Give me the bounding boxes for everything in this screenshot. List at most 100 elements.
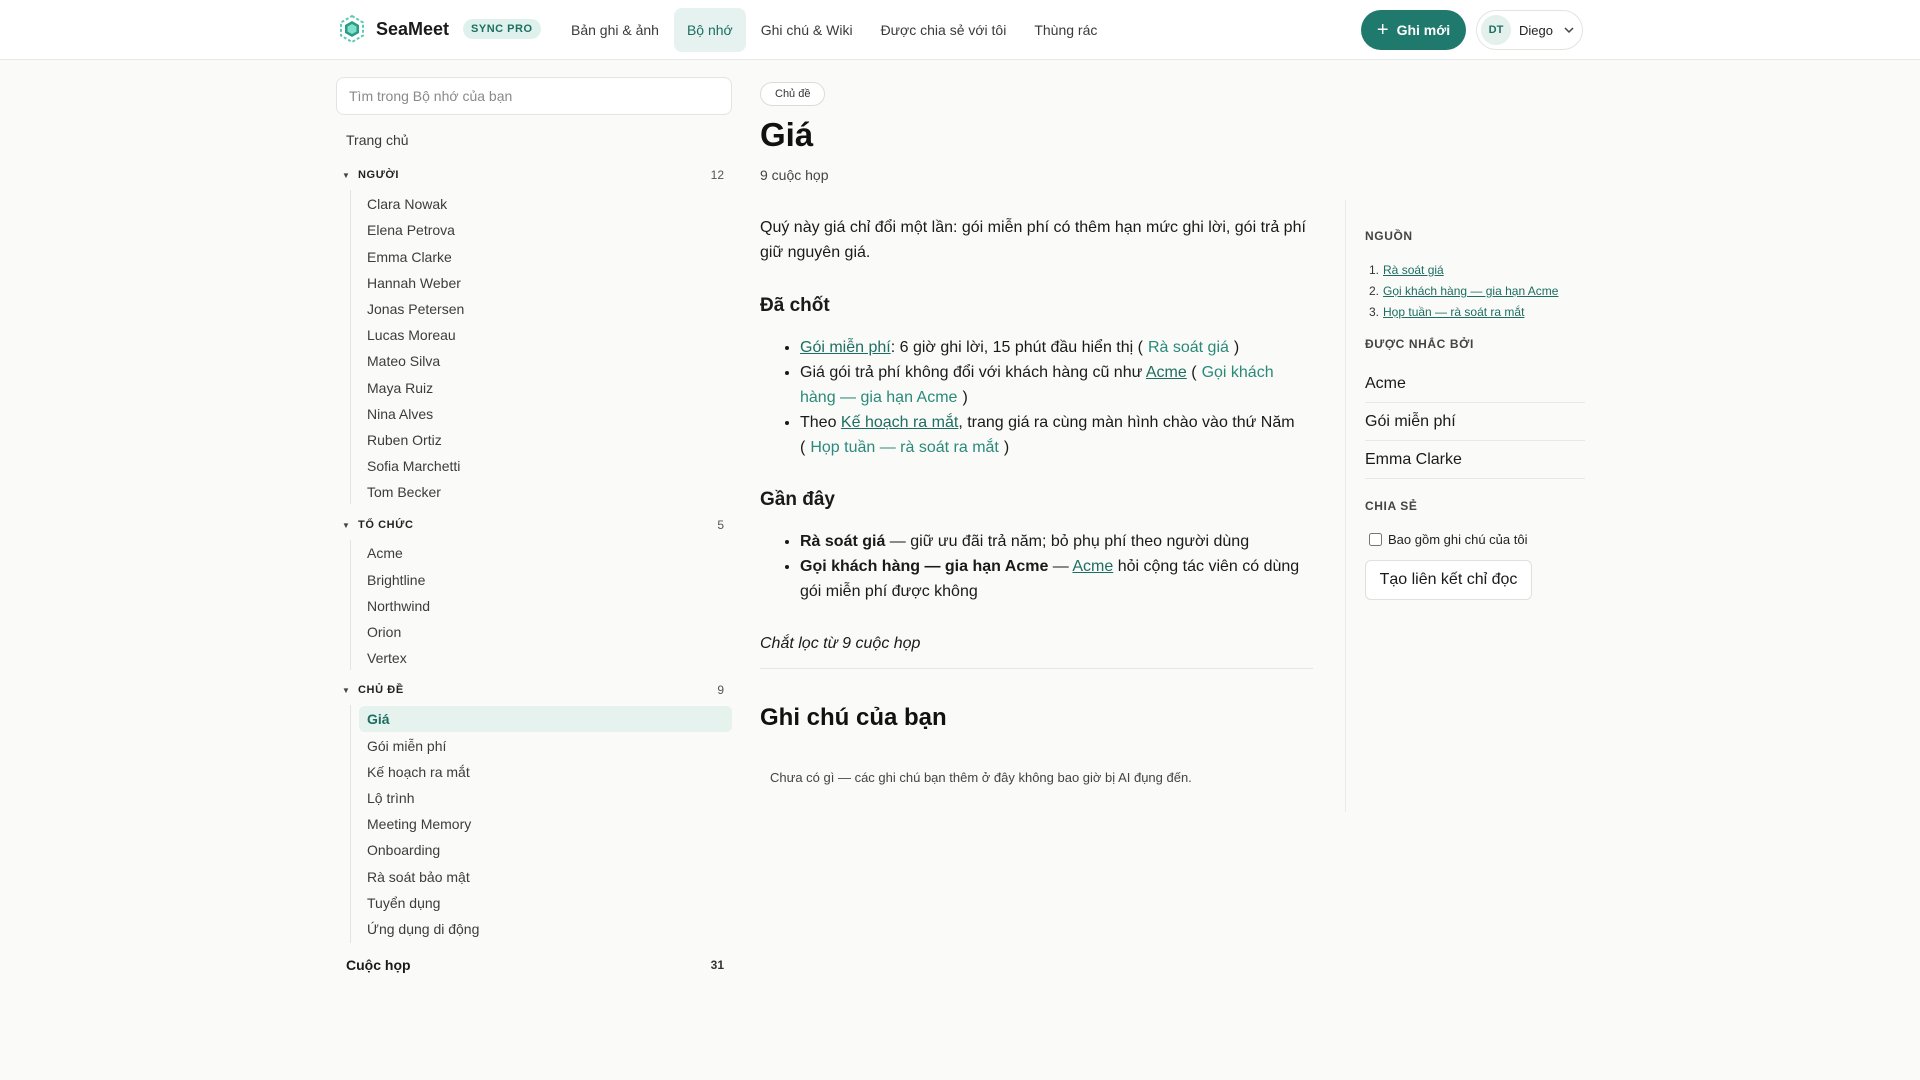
rail-divider xyxy=(1345,200,1346,812)
user-menu[interactable]: DT Diego xyxy=(1476,10,1583,50)
plus-icon: + xyxy=(1376,19,1389,41)
sidebar-item-person[interactable]: Ruben Ortiz xyxy=(359,427,732,453)
sidebar-item-org[interactable]: Vertex xyxy=(359,645,732,671)
chevron-down-icon xyxy=(1564,27,1574,34)
list-text: Giá gói trả phí không đổi với khách hàng… xyxy=(800,364,1146,381)
tab-recordings[interactable]: Bản ghi & ảnh xyxy=(558,8,672,52)
list-item: 2. Gọi khách hàng — gia hạn Acme xyxy=(1369,281,1558,302)
distilled-note: Chắt lọc từ 9 cuộc họp xyxy=(760,635,921,652)
sidebar-item-person[interactable]: Sofia Marchetti xyxy=(359,453,732,479)
entity-link[interactable]: Acme xyxy=(1146,364,1187,381)
main-nav: Bản ghi & ảnh Bộ nhớ Ghi chú & Wiki Được… xyxy=(558,8,1112,52)
list-item: Rà soát giá — giữ ưu đãi trả năm; bỏ phụ… xyxy=(800,529,1313,554)
user-name: Diego xyxy=(1519,22,1553,38)
mentioned-item[interactable]: Gói miễn phí xyxy=(1365,403,1585,441)
section-people-toggle[interactable]: ▼ NGƯỜI 12 xyxy=(342,165,724,185)
topic-summary: Quý này giá chỉ đổi một lần: gói miễn ph… xyxy=(760,215,1313,656)
sidebar-item-org[interactable]: Acme xyxy=(359,540,732,566)
entity-link[interactable]: Kế hoạch ra mắt xyxy=(841,414,958,431)
caret-down-icon: ▼ xyxy=(342,685,350,695)
list-text: ( xyxy=(1186,364,1197,381)
section-topics-label: CHỦ ĐỀ xyxy=(358,684,404,696)
tab-trash[interactable]: Thùng rác xyxy=(1021,8,1110,52)
list-text: ) xyxy=(1003,439,1010,456)
meetings-count: 31 xyxy=(710,958,724,972)
tree-guide xyxy=(350,540,351,670)
include-notes-option[interactable]: Bao gồm ghi chú của tôi xyxy=(1369,532,1527,547)
sidebar-item-person[interactable]: Lucas Moreau xyxy=(359,322,732,348)
list-item: Gói miễn phí: 6 giờ ghi lời, 15 phút đầu… xyxy=(800,335,1313,360)
entity-link[interactable]: Acme xyxy=(1072,558,1113,575)
citation-link[interactable]: Rà soát giá xyxy=(1143,339,1234,356)
meeting-name: Gọi khách hàng — gia hạn Acme xyxy=(800,558,1049,575)
sidebar-item-home[interactable]: Trang chủ xyxy=(346,132,409,148)
avatar: DT xyxy=(1481,15,1511,45)
sidebar-item-person[interactable]: Tom Becker xyxy=(359,479,732,505)
sidebar-item-topic[interactable]: Onboarding xyxy=(359,837,732,863)
section-topics-count: 9 xyxy=(717,683,724,697)
source-link[interactable]: Gọi khách hàng — gia hạn Acme xyxy=(1383,284,1558,298)
sidebar-item-person[interactable]: Hannah Weber xyxy=(359,270,732,296)
sidebar-item-meetings[interactable]: Cuộc họp 31 xyxy=(346,957,724,973)
sidebar-item-org[interactable]: Northwind xyxy=(359,593,732,619)
citation-link[interactable]: Họp tuần — rà soát ra mắt xyxy=(805,439,1004,456)
meeting-name: Rà soát giá xyxy=(800,533,886,550)
app-name: SeaMeet xyxy=(376,18,450,39)
meeting-count: 9 cuộc họp xyxy=(760,167,829,183)
recent-list: Rà soát giá — giữ ưu đãi trả năm; bỏ phụ… xyxy=(760,529,1313,604)
source-number: 1. xyxy=(1369,263,1380,277)
sidebar-item-topic[interactable]: Lộ trình xyxy=(359,785,732,811)
list-text: : 6 giờ ghi lời, 15 phút đầu hiển thị ( xyxy=(890,339,1143,356)
caret-down-icon: ▼ xyxy=(342,520,350,530)
sidebar-item-topic[interactable]: Ứng dụng di động xyxy=(359,916,732,942)
sidebar-item-topic-active[interactable]: Giá xyxy=(359,706,732,732)
sidebar-item-topic[interactable]: Tuyển dụng xyxy=(359,890,732,916)
page-title: Giá xyxy=(760,116,814,153)
sidebar-item-org[interactable]: Brightline xyxy=(359,567,732,593)
tab-notes-wiki[interactable]: Ghi chú & Wiki xyxy=(748,8,866,52)
source-link[interactable]: Họp tuần — rà soát ra mắt xyxy=(1383,305,1524,319)
sidebar-item-person[interactable]: Elena Petrova xyxy=(359,217,732,243)
sidebar-item-person[interactable]: Clara Nowak xyxy=(359,191,732,217)
sidebar-item-person[interactable]: Maya Ruiz xyxy=(359,375,732,401)
notes-empty-state[interactable]: Chưa có gì — các ghi chú bạn thêm ở đây … xyxy=(770,770,1192,785)
meetings-label: Cuộc họp xyxy=(346,957,411,973)
sources-list: 1. Rà soát giá 2. Gọi khách hàng — gia hạn… xyxy=(1369,260,1558,323)
section-orgs-label: TỔ CHỨC xyxy=(358,519,414,531)
entity-type-chip: Chủ đề xyxy=(760,82,826,106)
caret-down-icon: ▼ xyxy=(342,170,350,180)
source-number: 3. xyxy=(1369,305,1380,319)
share-heading: CHIA SẺ xyxy=(1365,499,1418,513)
sidebar-item-person[interactable]: Mateo Silva xyxy=(359,348,732,374)
create-readonly-link-button[interactable]: Tạo liên kết chỉ đọc xyxy=(1365,560,1532,600)
list-text: ) xyxy=(962,389,968,406)
decided-list: Gói miễn phí: 6 giờ ghi lời, 15 phút đầu… xyxy=(760,335,1313,460)
list-item: 1. Rà soát giá xyxy=(1369,260,1558,281)
list-text: ) xyxy=(1233,339,1240,356)
memory-search-input[interactable] xyxy=(336,77,732,115)
sidebar-item-person[interactable]: Nina Alves xyxy=(359,401,732,427)
section-people-count: 12 xyxy=(710,168,724,182)
section-orgs-toggle[interactable]: ▼ TỔ CHỨC 5 xyxy=(342,515,724,535)
sidebar-item-topic[interactable]: Rà soát bảo mật xyxy=(359,864,732,890)
sidebar-item-person[interactable]: Emma Clarke xyxy=(359,244,732,270)
tree-guide xyxy=(350,705,351,943)
entity-link[interactable]: Gói miễn phí xyxy=(800,339,891,356)
section-topics-toggle[interactable]: ▼ CHỦ ĐỀ 9 xyxy=(342,680,724,700)
list-item: Theo Kế hoạch ra mắt, trang giá ra cùng … xyxy=(800,410,1313,460)
brand[interactable]: SeaMeet SYNC PRO xyxy=(338,15,541,43)
divider xyxy=(760,668,1313,669)
tab-shared-with-me[interactable]: Được chia sẻ với tôi xyxy=(868,8,1020,52)
source-number: 2. xyxy=(1369,284,1380,298)
source-link[interactable]: Rà soát giá xyxy=(1383,263,1444,277)
sidebar-item-person[interactable]: Jonas Petersen xyxy=(359,296,732,322)
sidebar-item-org[interactable]: Orion xyxy=(359,619,732,645)
sidebar-item-topic[interactable]: Meeting Memory xyxy=(359,811,732,837)
sidebar-item-topic[interactable]: Kế hoạch ra mắt xyxy=(359,759,732,785)
sidebar-item-topic[interactable]: Gói miễn phí xyxy=(359,733,732,759)
new-recording-button[interactable]: + Ghi mới xyxy=(1361,10,1466,50)
mentioned-item[interactable]: Emma Clarke xyxy=(1365,441,1585,479)
include-notes-checkbox[interactable] xyxy=(1369,533,1382,546)
mentioned-item[interactable]: Acme xyxy=(1365,365,1585,403)
tab-memory[interactable]: Bộ nhớ xyxy=(673,8,746,52)
